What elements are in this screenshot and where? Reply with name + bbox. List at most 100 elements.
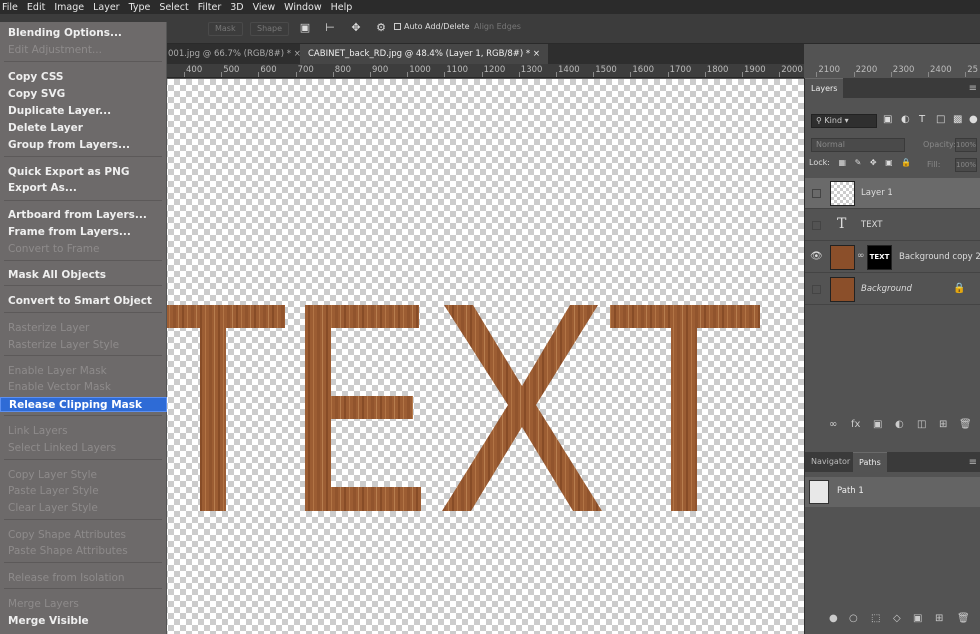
opacity-input[interactable]: 100% xyxy=(955,138,977,152)
menu-edit[interactable]: Edit xyxy=(27,2,45,13)
tab-layers[interactable]: Layers xyxy=(805,78,844,98)
layer-name[interactable]: Background xyxy=(861,284,912,294)
menu-item-group-from-layers[interactable]: Group from Layers... xyxy=(0,138,167,153)
lock-all-icon[interactable]: 🔒 xyxy=(901,158,911,167)
ruler-tick-mark xyxy=(258,72,260,77)
trash-icon[interactable]: 🗑 xyxy=(957,613,970,624)
menu-item-select-linked-layers: Select Linked Layers xyxy=(8,442,117,454)
filter-smart-object-icon[interactable]: ▩ xyxy=(953,114,962,125)
ruler-tick-label: 1100 xyxy=(446,65,469,75)
trash-icon[interactable]: 🗑 xyxy=(959,419,972,430)
menu-item-rasterize-layer: Rasterize Layer xyxy=(8,322,90,334)
make-work-path-icon[interactable]: ◇ xyxy=(893,613,901,624)
add-mask-icon[interactable]: ▣ xyxy=(913,613,922,624)
menu-item-export-as[interactable]: Export As... xyxy=(0,181,167,196)
layer-name[interactable]: TEXT xyxy=(861,220,882,230)
shape-button[interactable]: Shape xyxy=(250,22,290,36)
menu-item-frame-from-layers[interactable]: Frame from Layers... xyxy=(0,225,167,240)
layer-mask-thumbnail[interactable]: TEXT xyxy=(867,245,892,270)
filter-toggle-icon[interactable]: ● xyxy=(969,114,978,125)
path-name[interactable]: Path 1 xyxy=(837,486,864,496)
panel-menu-icon[interactable]: ≡ xyxy=(969,457,977,468)
menu-separator xyxy=(4,200,162,201)
tab-document-1[interactable]: 001.jpg @ 66.7% (RGB/8#) * × xyxy=(160,44,309,64)
align-edges-checkbox[interactable]: Align Edges xyxy=(474,22,521,31)
link-layers-icon[interactable]: ∞ xyxy=(829,419,837,430)
gear-icon[interactable]: ⚙ xyxy=(374,21,388,35)
menu-item-copy-css[interactable]: Copy CSS xyxy=(0,70,167,85)
filter-type-icon[interactable]: T xyxy=(919,114,925,125)
layer-row-background[interactable]: Background 🔒 xyxy=(805,274,980,305)
new-path-icon[interactable]: ⊞ xyxy=(935,613,943,624)
filter-shape-icon[interactable]: □ xyxy=(936,114,945,125)
ruler-tick-mark xyxy=(221,72,223,77)
filter-pixel-icon[interactable]: ▣ xyxy=(883,114,892,125)
menu-item-edit-adjustment: Edit Adjustment... xyxy=(8,44,102,56)
menu-item-convert-to-smart-object[interactable]: Convert to Smart Object xyxy=(0,294,167,309)
mask-button[interactable]: Mask xyxy=(208,22,243,36)
paths-panel-header: Navigator Paths ≡ xyxy=(805,452,980,472)
menu-item-delete-layer[interactable]: Delete Layer xyxy=(0,121,167,136)
path-row[interactable]: Path 1 xyxy=(805,477,980,507)
ruler-tick-mark xyxy=(853,72,855,77)
menu-filter[interactable]: Filter xyxy=(198,2,222,13)
new-layer-icon[interactable]: ⊞ xyxy=(939,419,947,430)
ruler-tick-label: 400 xyxy=(186,65,203,75)
layer-row-text[interactable]: T TEXT xyxy=(805,210,980,241)
menu-item-merge-visible[interactable]: Merge Visible xyxy=(0,614,167,629)
fill-path-icon[interactable]: ● xyxy=(829,613,838,624)
filter-adjustment-icon[interactable]: ◐ xyxy=(901,114,910,125)
menu-type[interactable]: Type xyxy=(129,2,151,13)
menu-item-blending-options[interactable]: Blending Options... xyxy=(0,26,167,41)
visibility-toggle[interactable] xyxy=(812,189,821,198)
new-group-icon[interactable]: ◫ xyxy=(917,419,926,430)
link-chain-icon[interactable]: ∞ xyxy=(857,251,865,261)
fill-input[interactable]: 100% xyxy=(955,158,977,172)
menu-select[interactable]: Select xyxy=(159,2,188,13)
tab-navigator[interactable]: Navigator xyxy=(805,452,856,472)
layer-filter-kind-select[interactable]: ⚲ Kind ▾ xyxy=(811,114,877,128)
ruler-tick-label: 2300 xyxy=(892,65,915,75)
stroke-path-icon[interactable]: ○ xyxy=(849,613,858,624)
menu-view[interactable]: View xyxy=(253,2,276,13)
layer-name[interactable]: Background copy 2 xyxy=(899,252,980,262)
blend-mode-select[interactable]: Normal xyxy=(811,138,905,152)
load-selection-icon[interactable]: ⬚ xyxy=(871,613,880,624)
ruler-tick-mark xyxy=(332,72,334,77)
adjustment-layer-icon[interactable]: ◐ xyxy=(895,419,904,430)
opacity-label: Opacity: xyxy=(923,140,956,149)
menu-item-quick-export-as-png[interactable]: Quick Export as PNG xyxy=(0,165,167,180)
menu-help[interactable]: Help xyxy=(331,2,353,13)
lock-artboard-icon[interactable]: ▣ xyxy=(885,158,893,167)
add-mask-icon[interactable]: ▣ xyxy=(873,419,882,430)
menu-item-mask-all-objects[interactable]: Mask All Objects xyxy=(0,268,167,283)
path-alignment-icon[interactable]: ⊢ xyxy=(323,21,337,35)
menu-image[interactable]: Image xyxy=(54,2,84,13)
panel-menu-icon[interactable]: ≡ xyxy=(969,83,977,94)
tab-paths[interactable]: Paths xyxy=(853,452,887,472)
path-arrangement-icon[interactable]: ✥ xyxy=(349,21,363,35)
menu-file[interactable]: File xyxy=(2,2,18,13)
menu-window[interactable]: Window xyxy=(284,2,321,13)
layer-name[interactable]: Layer 1 xyxy=(861,188,893,198)
menu-item-release-clipping-mask[interactable]: Release Clipping Mask xyxy=(0,397,167,412)
lock-image-icon[interactable]: ✎ xyxy=(855,158,862,167)
fx-icon[interactable]: fx xyxy=(851,419,860,430)
tab-document-2[interactable]: CABINET_back_RD.jpg @ 48.4% (Layer 1, RG… xyxy=(300,44,548,64)
auto-add-delete-checkbox[interactable]: Auto Add/Delete xyxy=(394,22,470,31)
menu-item-artboard-from-layers[interactable]: Artboard from Layers... xyxy=(0,208,167,223)
eye-icon[interactable]: 👁 xyxy=(810,251,823,263)
menu-item-copy-layer-style: Copy Layer Style xyxy=(8,469,97,481)
visibility-toggle[interactable] xyxy=(812,221,821,230)
menu-3d[interactable]: 3D xyxy=(230,2,243,13)
layer-row-background-copy-2[interactable]: 👁 ∞ TEXT Background copy 2 xyxy=(805,242,980,273)
lock-position-icon[interactable]: ✥ xyxy=(870,158,877,167)
visibility-toggle[interactable] xyxy=(812,285,821,294)
path-operations-icon[interactable]: ▣ xyxy=(298,21,312,35)
layer-row-layer-1[interactable]: Layer 1 xyxy=(805,178,980,209)
menu-layer[interactable]: Layer xyxy=(93,2,120,13)
menu-item-duplicate-layer[interactable]: Duplicate Layer... xyxy=(0,104,167,119)
menu-item-copy-svg[interactable]: Copy SVG xyxy=(0,87,167,102)
lock-transparent-icon[interactable]: ▦ xyxy=(838,158,846,167)
layers-panel-header: Layers ≡ xyxy=(805,78,980,98)
